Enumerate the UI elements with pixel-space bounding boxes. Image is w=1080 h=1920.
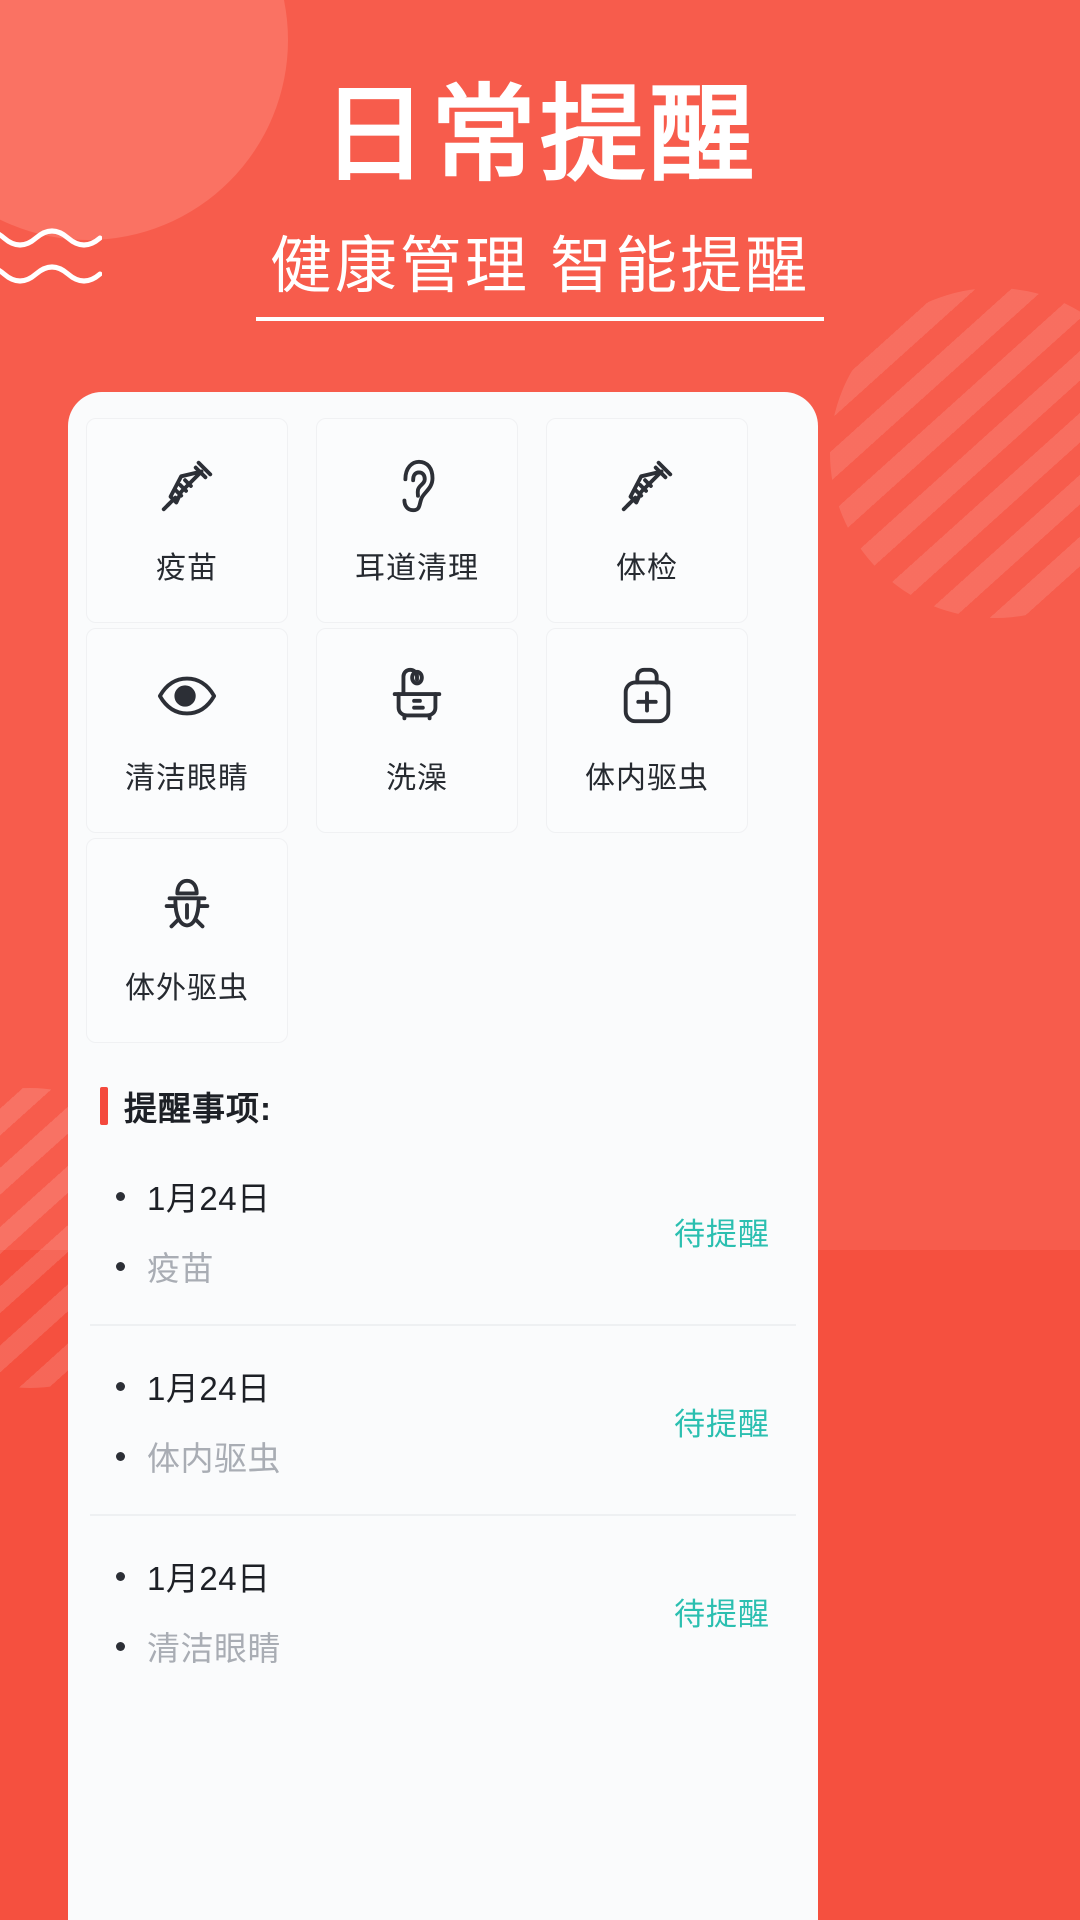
reminder-details: 1月24日 体内驱虫 <box>116 1362 281 1480</box>
reminder-name: 清洁眼睛 <box>147 1630 281 1667</box>
grid-spacer <box>546 838 748 1043</box>
status-badge: 待提醒 <box>674 1596 770 1632</box>
syringe-icon <box>621 460 673 511</box>
grid-item-label: 体检 <box>616 551 678 585</box>
reminder-name-line: 清洁眼睛 <box>116 1622 281 1670</box>
reminder-date: 1月24日 <box>147 1560 271 1597</box>
decorative-striped-circle-right <box>830 288 1080 618</box>
bullet-icon <box>116 1451 125 1461</box>
reminder-name-line: 疫苗 <box>116 1242 271 1290</box>
reminder-details: 1月24日 清洁眼睛 <box>116 1552 281 1670</box>
reminder-date-line: 1月24日 <box>116 1552 281 1600</box>
category-grid: 疫苗 耳道清理 体检 清洁眼睛 洗澡 体内驱虫 体外驱虫 <box>68 418 818 1048</box>
eye-icon <box>157 676 217 715</box>
grid-item-clean-eyes[interactable]: 清洁眼睛 <box>86 628 288 833</box>
grid-item-vaccine[interactable]: 疫苗 <box>86 418 288 623</box>
bullet-icon <box>116 1381 125 1391</box>
reminder-name: 体内驱虫 <box>147 1440 281 1477</box>
page-subtitle-underline: 健康管理 智能提醒 <box>255 231 825 322</box>
ear-icon <box>402 459 435 512</box>
reminders-list: 1月24日 疫苗 待提醒 1月24日 体内驱虫 待提醒 1月24日 清洁眼睛 待… <box>68 1136 818 1704</box>
status-badge: 待提醒 <box>674 1216 770 1252</box>
reminders-title: 提醒事项: <box>124 1090 272 1127</box>
bullet-icon <box>116 1261 125 1271</box>
reminder-date: 1月24日 <box>147 1370 271 1407</box>
page-title: 日常提醒 <box>321 77 758 194</box>
reminder-date-line: 1月24日 <box>116 1362 281 1410</box>
reminder-name: 疫苗 <box>147 1250 214 1287</box>
reminder-row[interactable]: 1月24日 清洁眼睛 待提醒 <box>90 1516 796 1704</box>
section-accent-bar <box>100 1087 108 1125</box>
reminder-row[interactable]: 1月24日 疫苗 待提醒 <box>90 1136 796 1326</box>
page-header: 日常提醒 健康管理 智能提醒 <box>0 0 1080 322</box>
bullet-icon <box>116 1571 125 1581</box>
reminder-row[interactable]: 1月24日 体内驱虫 待提醒 <box>90 1326 796 1516</box>
syringe-icon <box>161 460 213 511</box>
grid-item-checkup[interactable]: 体检 <box>546 418 748 623</box>
grid-item-label: 疫苗 <box>156 551 218 585</box>
grid-item-label: 洗澡 <box>386 761 448 795</box>
bullet-icon <box>116 1191 125 1201</box>
grid-item-label: 清洁眼睛 <box>125 761 249 795</box>
grid-item-label: 体内驱虫 <box>585 761 709 795</box>
grid-item-external-deworming[interactable]: 体外驱虫 <box>86 838 288 1043</box>
reminder-name-line: 体内驱虫 <box>116 1432 281 1480</box>
reminder-date: 1月24日 <box>147 1180 271 1217</box>
bug-icon <box>164 878 210 928</box>
grid-spacer <box>316 838 518 1043</box>
reminder-date-line: 1月24日 <box>116 1172 271 1220</box>
grid-item-bath[interactable]: 洗澡 <box>316 628 518 833</box>
main-content-panel: 疫苗 耳道清理 体检 清洁眼睛 洗澡 体内驱虫 体外驱虫 提醒事项: 1月24日… <box>68 392 818 1920</box>
bullet-icon <box>116 1641 125 1651</box>
grid-item-label: 耳道清理 <box>355 551 479 585</box>
bathtub-icon <box>392 667 442 720</box>
grid-item-ear-cleaning[interactable]: 耳道清理 <box>316 418 518 623</box>
grid-item-label: 体外驱虫 <box>125 971 249 1005</box>
reminder-details: 1月24日 疫苗 <box>116 1172 271 1290</box>
page-subtitle: 健康管理 智能提醒 <box>269 231 811 301</box>
grid-item-internal-deworming[interactable]: 体内驱虫 <box>546 628 748 833</box>
reminders-section-header: 提醒事项: <box>100 1082 818 1130</box>
status-badge: 待提醒 <box>674 1406 770 1442</box>
medicine-bottle-icon <box>623 667 671 723</box>
